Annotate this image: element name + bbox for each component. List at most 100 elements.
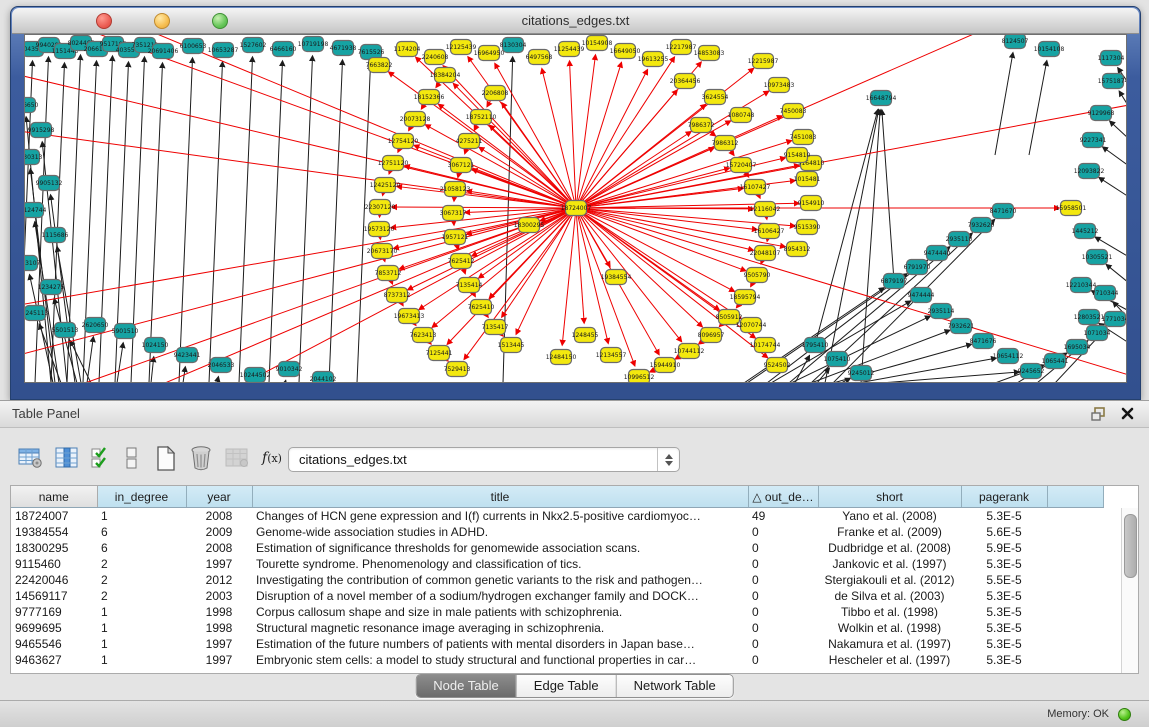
svg-text:1115686: 1115686 xyxy=(42,232,69,239)
column-header-short[interactable]: short xyxy=(818,486,961,508)
row-select-icon[interactable] xyxy=(88,443,114,473)
table-row[interactable]: 969969511998Structural magnetic resonanc… xyxy=(11,620,1103,636)
svg-text:9245012: 9245012 xyxy=(848,370,875,377)
table-row[interactable]: 946362711997Embryonic stem cells: a mode… xyxy=(11,652,1103,668)
table-row[interactable]: 911546021997Tourette syndrome. Phenomeno… xyxy=(11,556,1103,572)
function-icon[interactable]: f(x) xyxy=(256,443,288,473)
svg-text:7932620: 7932620 xyxy=(968,222,995,229)
cell-year: 2008 xyxy=(186,508,252,525)
column-header-title[interactable]: title xyxy=(252,486,748,508)
svg-text:15944910: 15944910 xyxy=(650,362,681,369)
svg-text:1957121: 1957121 xyxy=(442,234,469,241)
svg-text:1015481: 1015481 xyxy=(794,176,821,183)
tab-node-table[interactable]: Node Table xyxy=(416,675,516,697)
memory-status-icon xyxy=(1118,708,1131,721)
window-titlebar[interactable]: citations_edges.txt xyxy=(12,8,1139,34)
svg-text:8471676: 8471676 xyxy=(970,338,997,345)
table-row[interactable]: 1938455462009Genome-wide association stu… xyxy=(11,524,1103,540)
svg-text:10154908: 10154908 xyxy=(582,40,613,47)
table-selector-dropdown[interactable]: citations_edges.txt xyxy=(288,447,680,472)
svg-text:4671938: 4671938 xyxy=(330,45,357,52)
svg-text:12751120: 12751120 xyxy=(378,160,409,167)
citation-network-graph[interactable]: 2043557994028111514438024467206613395171… xyxy=(25,35,1127,383)
cell-filler xyxy=(1047,572,1103,588)
table-panel-header: Table Panel xyxy=(0,401,1149,428)
cell-pagerank: 5.3E-5 xyxy=(961,636,1047,652)
table-row[interactable]: 977716911998Corpus callosum shape and si… xyxy=(11,604,1103,620)
node-attribute-table: namein_degreeyeartitle△ out_de…shortpage… xyxy=(10,485,1139,674)
row-height-icon[interactable] xyxy=(120,443,144,473)
svg-text:7451083: 7451083 xyxy=(790,134,817,141)
network-window[interactable]: citations_edges.txt 20435579940281115144… xyxy=(10,6,1141,400)
table-settings-icon[interactable] xyxy=(16,443,46,473)
column-header-name[interactable]: name xyxy=(11,486,97,508)
svg-text:9905132: 9905132 xyxy=(36,180,63,187)
table-scrollbar[interactable] xyxy=(1121,508,1138,673)
column-header-filler xyxy=(1047,486,1103,508)
cell-in_degree: 1 xyxy=(97,508,186,525)
window-title: citations_edges.txt xyxy=(12,8,1139,33)
svg-text:15751874: 15751874 xyxy=(1098,78,1127,85)
svg-text:6791970: 6791970 xyxy=(904,264,931,271)
table-row[interactable]: 1830029562008Estimation of significance … xyxy=(11,540,1103,556)
cell-short: Dudbridge et al. (2008) xyxy=(818,540,961,556)
cell-title: Changes of HCN gene expression and I(f) … xyxy=(252,508,748,525)
svg-text:10244502: 10244502 xyxy=(240,372,271,379)
cell-out_de…: 0 xyxy=(748,636,818,652)
svg-text:12484150: 12484150 xyxy=(546,354,577,361)
svg-text:10305521: 10305521 xyxy=(1082,254,1113,261)
svg-text:18752110: 18752110 xyxy=(466,114,497,121)
svg-text:6497568: 6497568 xyxy=(526,54,553,61)
svg-text:9154810: 9154810 xyxy=(784,152,811,159)
svg-text:9227341: 9227341 xyxy=(1080,137,1107,144)
table-panel-title: Table Panel xyxy=(12,401,80,427)
table-row[interactable]: 946554611997Estimation of the future num… xyxy=(11,636,1103,652)
network-canvas[interactable]: 2043557994028111514438024467206613395171… xyxy=(24,34,1127,383)
svg-text:6466160: 6466160 xyxy=(270,46,297,53)
svg-text:10154108: 10154108 xyxy=(1034,46,1065,53)
cell-year: 1997 xyxy=(186,556,252,572)
svg-text:7853712: 7853712 xyxy=(375,270,402,277)
cell-filler xyxy=(1047,588,1103,604)
column-header-pagerank[interactable]: pagerank xyxy=(961,486,1047,508)
cell-year: 2003 xyxy=(186,588,252,604)
cell-short: de Silva et al. (2003) xyxy=(818,588,961,604)
table-row[interactable]: 1456911722003Disruption of a novel membe… xyxy=(11,588,1103,604)
svg-text:16964950: 16964950 xyxy=(474,50,505,57)
column-header-in_degree[interactable]: in_degree xyxy=(97,486,186,508)
svg-text:9010342: 9010342 xyxy=(276,366,303,373)
cell-title: Genome-wide association studies in ADHD. xyxy=(252,524,748,540)
column-chooser-icon[interactable] xyxy=(52,443,82,473)
table-row[interactable]: 1872400712008Changes of HCN gene express… xyxy=(11,508,1103,525)
cell-out_de…: 0 xyxy=(748,556,818,572)
svg-text:9423441: 9423441 xyxy=(174,352,201,359)
svg-text:12134557: 12134557 xyxy=(596,352,627,359)
svg-text:1174204: 1174204 xyxy=(394,46,421,53)
tab-edge-table[interactable]: Edge Table xyxy=(516,675,616,697)
svg-text:19613255: 19613255 xyxy=(638,56,669,63)
svg-text:3624554: 3624554 xyxy=(702,94,729,101)
svg-text:10653287: 10653287 xyxy=(208,47,239,54)
column-header-out_de…[interactable]: △ out_de… xyxy=(748,486,818,508)
cell-out_de…: 0 xyxy=(748,652,818,668)
trash-icon[interactable] xyxy=(186,443,216,473)
svg-text:10996512: 10996512 xyxy=(624,374,655,381)
memory-status-label: Memory: OK xyxy=(1047,701,1109,727)
new-document-icon[interactable] xyxy=(150,443,180,473)
float-panel-icon[interactable] xyxy=(1091,407,1107,421)
column-header-year[interactable]: year xyxy=(186,486,252,508)
svg-text:2935110: 2935110 xyxy=(946,236,973,243)
cell-title: Investigating the contribution of common… xyxy=(252,572,748,588)
svg-text:14853083: 14853083 xyxy=(694,50,725,57)
tab-network-table[interactable]: Network Table xyxy=(616,675,733,697)
cell-out_de…: 0 xyxy=(748,524,818,540)
svg-text:12116042: 12116042 xyxy=(750,206,781,213)
close-panel-icon[interactable] xyxy=(1120,406,1135,421)
svg-text:1248455: 1248455 xyxy=(572,332,599,339)
svg-text:6100653: 6100653 xyxy=(180,43,207,50)
desktop: citations_edges.txt 20435579940281115144… xyxy=(0,0,1149,727)
table-row[interactable]: 2242004622012Investigating the contribut… xyxy=(11,572,1103,588)
table-scrollbar-thumb[interactable] xyxy=(1124,514,1137,578)
svg-text:7986372: 7986372 xyxy=(688,122,715,129)
svg-text:18384204: 18384204 xyxy=(430,72,461,79)
